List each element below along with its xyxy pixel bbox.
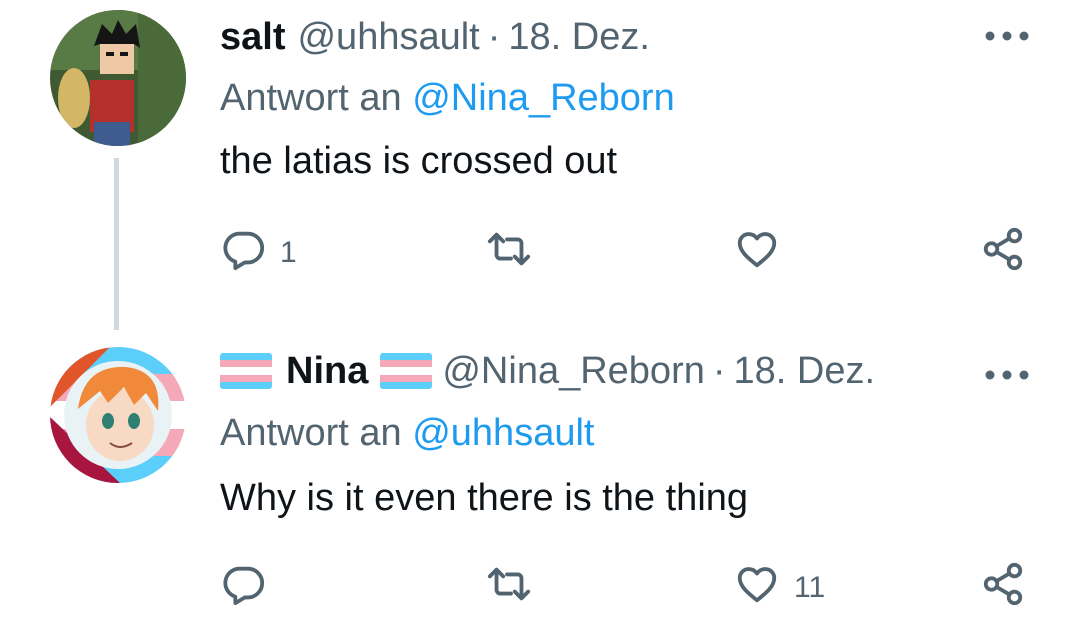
user-handle[interactable]: @uhhsault bbox=[297, 16, 479, 59]
like-button[interactable]: 11 bbox=[734, 563, 825, 613]
reply-mention-link[interactable]: @uhhsault bbox=[412, 412, 594, 454]
tweet-date[interactable]: 18. Dez. bbox=[508, 16, 650, 59]
avatar-nina[interactable] bbox=[50, 347, 186, 483]
more-dots-icon[interactable] bbox=[982, 26, 1032, 46]
reply-button[interactable]: 1 bbox=[220, 228, 297, 278]
separator-dot: · bbox=[487, 15, 501, 58]
retweet-button[interactable] bbox=[486, 563, 546, 613]
reply-prefix: Antwort an bbox=[220, 77, 402, 119]
like-count: 11 bbox=[794, 571, 826, 604]
retweet-icon bbox=[486, 226, 532, 280]
tweet-text: Why is it even there is the thing bbox=[220, 477, 749, 519]
trans-flag-emoji bbox=[380, 353, 433, 389]
avatar-salt[interactable] bbox=[50, 10, 186, 146]
retweet-button[interactable] bbox=[486, 228, 546, 278]
display-name[interactable]: Nina bbox=[286, 350, 368, 393]
more-dots-icon[interactable] bbox=[982, 365, 1032, 385]
share-icon bbox=[980, 561, 1026, 615]
speech-bubble-icon bbox=[220, 561, 266, 615]
share-button[interactable] bbox=[980, 226, 1026, 280]
reply-context: Antwort an @uhhsault bbox=[220, 412, 594, 455]
heart-icon bbox=[734, 561, 780, 615]
reply-button[interactable] bbox=[220, 563, 280, 613]
reply-count: 1 bbox=[280, 236, 297, 269]
tweet-header: salt @uhhsault · 18. Dez. bbox=[220, 12, 650, 62]
tweet-header: Nina @Nina_Reborn · 18. Dez. bbox=[220, 346, 875, 396]
share-button[interactable] bbox=[980, 561, 1026, 615]
heart-icon bbox=[734, 226, 780, 280]
separator-dot: · bbox=[712, 349, 726, 392]
tweet-actions: 1 bbox=[0, 226, 1080, 280]
display-name[interactable]: salt bbox=[220, 16, 285, 59]
reply-mention-link[interactable]: @Nina_Reborn bbox=[412, 77, 675, 119]
tweet-salt[interactable]: salt @uhhsault · 18. Dez. Antwort an @Ni… bbox=[0, 0, 1080, 330]
tweet-actions: 11 bbox=[0, 561, 1080, 615]
user-handle[interactable]: @Nina_Reborn bbox=[442, 350, 705, 393]
reply-prefix: Antwort an bbox=[220, 412, 402, 454]
trans-flag-emoji bbox=[220, 353, 272, 389]
share-icon bbox=[980, 226, 1026, 280]
speech-bubble-icon bbox=[220, 226, 266, 280]
tweet-text: the latias is crossed out bbox=[220, 140, 618, 182]
reply-context: Antwort an @Nina_Reborn bbox=[220, 77, 675, 120]
retweet-icon bbox=[486, 561, 532, 615]
tweet-nina[interactable]: Nina @Nina_Reborn · 18. Dez. Antwort an … bbox=[0, 330, 1080, 636]
tweet-date[interactable]: 18. Dez. bbox=[734, 350, 876, 393]
like-button[interactable] bbox=[734, 228, 794, 278]
